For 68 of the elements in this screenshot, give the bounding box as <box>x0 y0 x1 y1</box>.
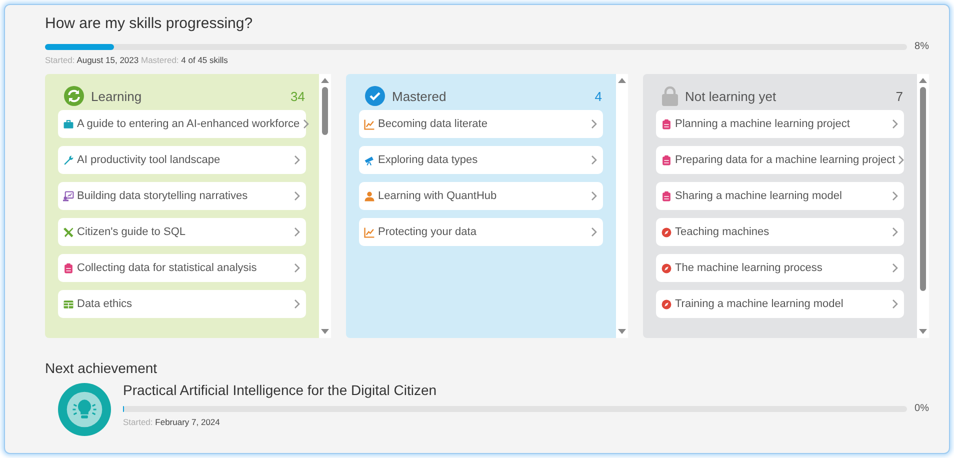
wrench-icon <box>63 154 74 166</box>
column-count: 4 <box>594 88 602 104</box>
chevron-icon <box>591 119 597 129</box>
skill-item[interactable]: Citizen's guide to SQL <box>58 218 306 246</box>
compass-icon <box>661 262 672 274</box>
check-icon <box>365 86 385 106</box>
section-title: How are my skills progressing? <box>45 15 254 32</box>
clipboard-icon <box>661 154 672 166</box>
scrollbar[interactable] <box>917 74 929 338</box>
chevron-icon <box>892 227 898 237</box>
skill-item[interactable]: Preparing data for a machine learning project <box>656 146 904 174</box>
skill-item[interactable]: Collecting data for statistical analysis <box>58 254 306 282</box>
person-icon <box>364 190 375 202</box>
briefcase-icon <box>63 118 74 130</box>
achievement-started: Started: February 7, 2024 <box>123 417 221 427</box>
tools-icon <box>63 226 74 238</box>
scrollbar[interactable] <box>616 74 628 338</box>
chevron-icon <box>892 263 898 273</box>
skill-item[interactable]: Building data storytelling narratives <box>58 182 306 210</box>
skill-item[interactable]: Exploring data types <box>359 146 603 174</box>
compass-icon <box>661 298 672 310</box>
chevron-icon <box>294 299 300 309</box>
chevron-icon <box>591 191 597 201</box>
chevron-icon <box>892 191 898 201</box>
skill-item[interactable]: Data ethics <box>58 290 306 318</box>
chevron-icon <box>294 191 300 201</box>
clipboard-icon <box>661 118 672 130</box>
presentation-icon <box>63 190 74 202</box>
refresh-icon <box>64 86 84 106</box>
skill-item[interactable]: Becoming data literate <box>359 110 603 138</box>
column-title: Mastered <box>392 88 448 104</box>
chevron-icon <box>302 119 309 129</box>
chevron-icon <box>591 227 597 237</box>
skill-item[interactable]: A guide to entering an AI-enhanced workforce <box>58 110 306 138</box>
chevron-icon <box>591 155 597 165</box>
skill-item[interactable]: The machine learning process <box>656 254 904 282</box>
skill-item[interactable]: AI productivity tool landscape <box>58 146 306 174</box>
column-count: 7 <box>896 88 903 104</box>
section-title: Next achievement <box>45 360 158 376</box>
skill-item[interactable]: Planning a machine learning project <box>656 110 904 138</box>
telescope-icon <box>364 154 375 166</box>
skill-item[interactable]: Teaching machines <box>656 218 904 246</box>
column-title: Not learning yet <box>685 88 778 104</box>
column-count: 34 <box>290 88 305 104</box>
table-icon <box>63 298 74 310</box>
lightbulb-badge-icon <box>58 382 111 436</box>
chart-icon <box>364 226 375 238</box>
skill-item[interactable]: Protecting your data <box>359 218 603 246</box>
skill-item[interactable]: Sharing a machine learning model <box>656 182 904 210</box>
chevron-icon <box>294 155 300 165</box>
scrollbar[interactable] <box>319 74 331 338</box>
lock-icon <box>662 86 678 106</box>
chevron-icon <box>892 299 898 309</box>
compass-icon <box>661 226 672 238</box>
achievement-title: Practical Artificial Intelligence for the Digital Citizen <box>123 382 438 398</box>
column-title: Learning <box>91 88 143 104</box>
chevron-icon <box>892 119 898 129</box>
clipboard-icon <box>63 262 74 274</box>
chevron-icon <box>294 263 300 273</box>
progress-percent: 0% <box>914 403 929 414</box>
skill-item[interactable]: Learning with QuantHub <box>359 182 603 210</box>
clipboard-icon <box>661 190 672 202</box>
progress-percent: 8% <box>914 41 929 52</box>
chevron-icon <box>898 155 904 165</box>
skill-item[interactable]: Training a machine learning model <box>656 290 904 318</box>
progress-summary: Started: August 15, 2023 Mastered: 4 of 45 skills <box>45 55 229 65</box>
chevron-icon <box>294 227 300 237</box>
chart-icon <box>364 118 375 130</box>
